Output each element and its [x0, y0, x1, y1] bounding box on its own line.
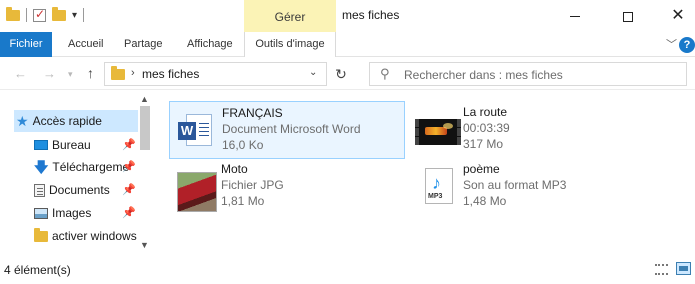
help-icon[interactable]: ?: [679, 37, 695, 53]
folder-icon: [34, 227, 48, 242]
nav-scrollbar[interactable]: ▲ ▼: [138, 90, 152, 254]
search-placeholder: Rechercher dans : mes fiches: [404, 68, 563, 82]
file-item[interactable]: W FRANÇAIS Document Microsoft Word 16,0 …: [169, 101, 405, 159]
folder-icon[interactable]: [6, 6, 20, 21]
expand-ribbon-icon[interactable]: ﹀: [666, 36, 677, 52]
search-input[interactable]: ⚲ Rechercher dans : mes fiches: [369, 62, 687, 86]
item-count: 4 élément(s): [4, 263, 71, 277]
sidebar-item-label: Images: [52, 206, 92, 220]
file-duration: 00:03:39: [463, 121, 510, 135]
back-arrow-icon[interactable]: ←: [14, 66, 27, 81]
minimize-button[interactable]: [552, 0, 598, 32]
breadcrumb-chevron-icon[interactable]: ›: [131, 67, 135, 79]
sidebar-item-downloads[interactable]: 🡇 Téléchargeme 📌: [34, 156, 138, 178]
scroll-down-icon[interactable]: ▼: [140, 240, 149, 250]
documents-icon: [34, 183, 45, 197]
file-item[interactable]: Moto Fichier JPG 1,81 Mo: [169, 158, 405, 216]
separator: [83, 8, 85, 22]
file-type: Son au format MP3: [463, 178, 567, 192]
sidebar-item-label: Accès rapide: [32, 114, 102, 128]
sidebar-item-folder[interactable]: activer windows: [34, 225, 138, 247]
sidebar-item-label: Téléchargeme: [52, 160, 130, 174]
maximize-icon: [623, 11, 633, 22]
file-name: FRANÇAIS: [222, 106, 283, 120]
word-document-icon: W: [174, 110, 216, 152]
sidebar-item-label: activer windows: [52, 229, 137, 243]
tab-view[interactable]: Affichage: [187, 32, 233, 57]
pin-icon: 📌: [122, 139, 136, 151]
file-size: 16,0 Ko: [222, 138, 264, 152]
tab-share[interactable]: Partage: [124, 32, 163, 57]
file-type: Document Microsoft Word: [222, 122, 361, 136]
mp3-icon: ♪ MP3: [415, 166, 457, 208]
file-type: Fichier JPG: [221, 178, 284, 192]
quick-access-toolbar: ▾: [6, 6, 85, 22]
mp3-label: MP3: [428, 193, 443, 200]
new-folder-icon[interactable]: [52, 6, 66, 21]
ribbon-tabs: Fichier Accueil Partage Affichage Outils…: [0, 32, 695, 57]
separator: [26, 8, 27, 22]
status-bar: 4 élément(s): [0, 254, 695, 284]
desktop-icon: [34, 140, 48, 150]
file-name: Moto: [221, 162, 248, 176]
minimize-icon: [570, 16, 580, 18]
file-size: 1,81 Mo: [221, 194, 265, 208]
large-icons-view-icon[interactable]: [676, 262, 691, 275]
sidebar-item-label: Bureau: [52, 138, 91, 152]
file-size: 317 Mo: [463, 137, 504, 151]
folder-icon: [111, 66, 125, 80]
star-icon: ★: [16, 113, 29, 129]
photo-thumbnail: [173, 166, 217, 212]
file-size: 1,48 Mo: [463, 194, 507, 208]
recent-locations-icon[interactable]: ▾: [68, 69, 73, 80]
details-view-icon[interactable]: [655, 264, 668, 275]
video-thumbnail: [415, 109, 461, 151]
refresh-icon[interactable]: ↻: [329, 63, 353, 85]
file-name: poème: [463, 162, 500, 176]
tab-file[interactable]: Fichier: [0, 32, 52, 57]
pin-icon: 📌: [122, 161, 136, 173]
breadcrumb-current[interactable]: mes fiches: [142, 67, 199, 81]
file-item[interactable]: La route 00:03:39 317 Mo: [411, 101, 647, 159]
sidebar-item-documents[interactable]: Documents 📌: [34, 179, 138, 201]
music-note-icon: ♪: [432, 173, 441, 193]
customize-qat-icon[interactable]: ▾: [72, 10, 77, 21]
pin-icon: 📌: [122, 207, 136, 219]
sidebar-item-desktop[interactable]: Bureau 📌: [34, 134, 138, 156]
navigation-bar: ← → ▾ ↑ › mes fiches ⌄ ↻ ⚲ Rechercher da…: [0, 58, 695, 90]
title-bar: ▾ Gérer mes fiches ✕: [0, 0, 695, 32]
file-item[interactable]: ♪ MP3 poème Son au format MP3 1,48 Mo: [411, 158, 647, 216]
context-tab-manage[interactable]: Gérer: [244, 0, 336, 32]
file-name: La route: [463, 105, 508, 119]
close-button[interactable]: ✕: [655, 0, 695, 32]
address-dropdown-icon[interactable]: ⌄: [309, 67, 317, 78]
up-arrow-icon[interactable]: ↑: [87, 65, 94, 81]
download-icon: 🡇: [34, 159, 49, 175]
pin-icon: 📌: [122, 184, 136, 196]
sidebar-item-quick-access[interactable]: ★ Accès rapide: [14, 110, 138, 132]
maximize-button[interactable]: [605, 0, 651, 32]
scroll-up-icon[interactable]: ▲: [140, 94, 149, 104]
properties-icon[interactable]: [33, 7, 46, 22]
tab-home[interactable]: Accueil: [68, 32, 103, 57]
sidebar-item-label: Documents: [49, 183, 110, 197]
pictures-icon: [34, 207, 48, 219]
window-title: mes fiches: [342, 8, 400, 22]
forward-arrow-icon[interactable]: →: [43, 66, 56, 81]
search-icon: ⚲: [380, 66, 390, 81]
sidebar-item-pictures[interactable]: Images 📌: [34, 202, 138, 224]
file-list: W FRANÇAIS Document Microsoft Word 16,0 …: [155, 90, 695, 254]
address-bar[interactable]: › mes fiches ⌄: [104, 62, 327, 86]
scroll-thumb[interactable]: [140, 106, 150, 150]
navigation-pane: ★ Accès rapide Bureau 📌 🡇 Téléchargeme 📌…: [0, 90, 155, 254]
close-icon: ✕: [671, 7, 685, 24]
tab-picture-tools[interactable]: Outils d'image: [244, 32, 336, 57]
